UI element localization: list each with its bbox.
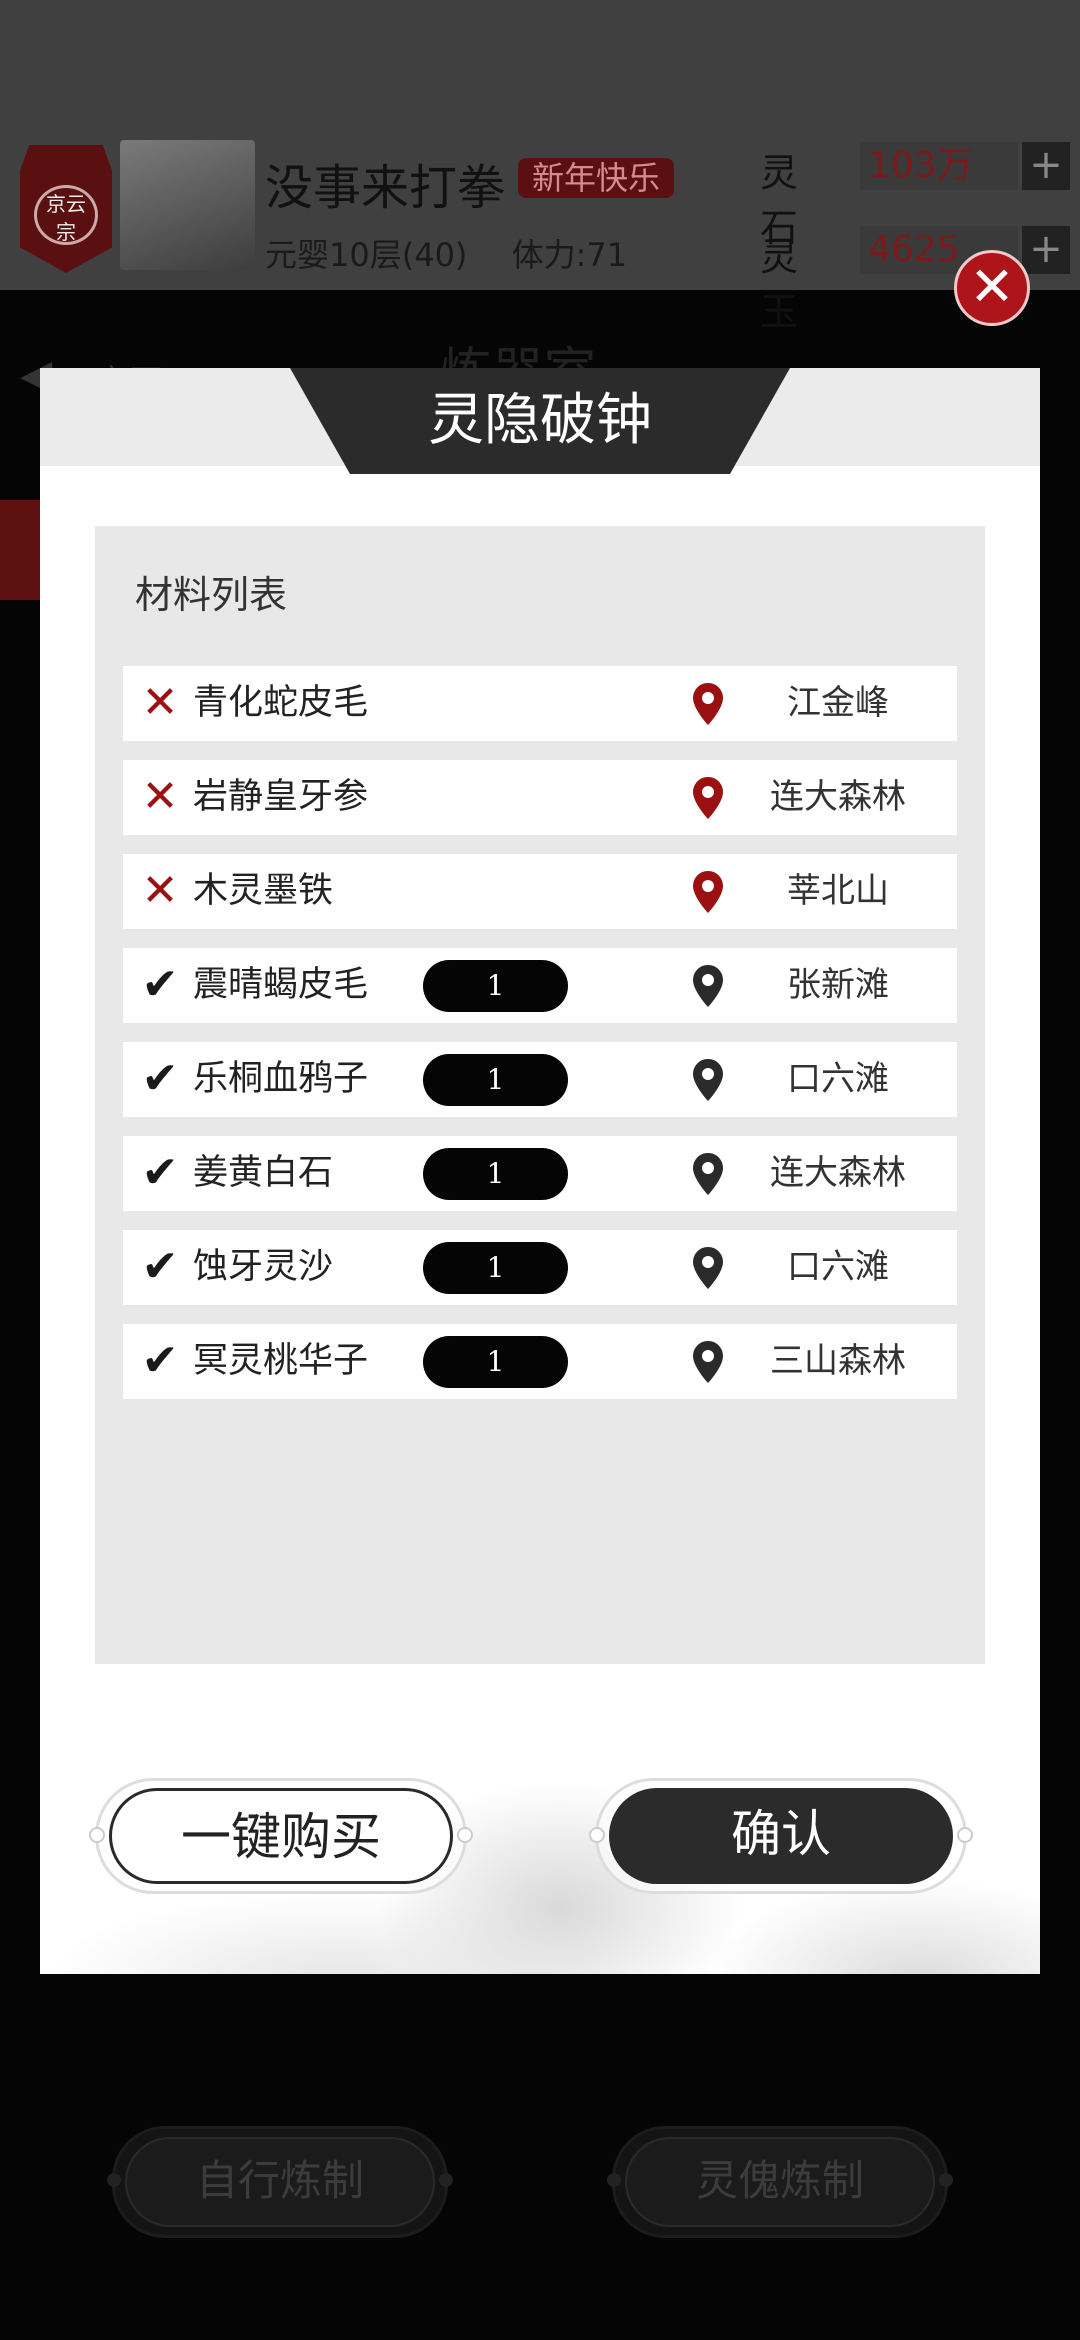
check-icon: ✔ bbox=[141, 1335, 179, 1386]
button-ornament bbox=[89, 1827, 105, 1843]
material-location[interactable]: 江金峰 bbox=[748, 666, 928, 741]
button-ornament bbox=[589, 1827, 605, 1843]
material-row[interactable]: ✔ 震晴蝎皮毛 1 张新滩 bbox=[123, 948, 957, 1023]
sect-emblem-text: 京云宗 bbox=[34, 185, 98, 245]
location-pin-icon[interactable] bbox=[691, 1057, 725, 1103]
add-lingshi-button[interactable]: + bbox=[1022, 142, 1070, 190]
sect-emblem[interactable]: 京云宗 bbox=[20, 145, 112, 273]
location-pin-icon[interactable] bbox=[691, 963, 725, 1009]
button-ornament bbox=[607, 2173, 621, 2187]
button-ornament bbox=[107, 2173, 121, 2187]
material-quantity: 1 bbox=[423, 1242, 568, 1294]
material-name: 冥灵桃华子 bbox=[193, 1341, 369, 1381]
material-row[interactable]: ✔ 冥灵桃华子 1 三山森林 bbox=[123, 1324, 957, 1399]
check-icon: ✔ bbox=[141, 1147, 179, 1198]
material-location[interactable]: 三山森林 bbox=[748, 1324, 928, 1399]
player-name: 没事来打拳 bbox=[265, 160, 506, 216]
buy-all-button[interactable]: 一键购买 bbox=[89, 1778, 473, 1894]
material-list-panel: 材料列表 ✕ 青化蛇皮毛 江金峰 ✕ 岩静皇牙参 连大森林 ✕ 木灵墨铁 莘北山 ✔ 震晴蝎皮毛 1 张… bbox=[95, 526, 985, 1664]
button-ornament bbox=[939, 2173, 953, 2187]
material-quantity: 1 bbox=[423, 1054, 568, 1106]
check-icon: ✔ bbox=[141, 959, 179, 1010]
realm-level: 元婴10层(40) bbox=[265, 236, 468, 274]
dialog-title: 灵隐破钟 bbox=[428, 388, 652, 453]
material-location[interactable]: 口六滩 bbox=[748, 1042, 928, 1117]
material-quantity: 1 bbox=[423, 960, 568, 1012]
button-ornament bbox=[439, 2173, 453, 2187]
confirm-button[interactable]: 确认 bbox=[589, 1778, 973, 1894]
material-location[interactable]: 连大森林 bbox=[748, 760, 928, 835]
material-row[interactable]: ✔ 姜黄白石 1 连大森林 bbox=[123, 1136, 957, 1211]
buy-all-label: 一键购买 bbox=[109, 1788, 453, 1884]
material-name: 姜黄白石 bbox=[193, 1153, 334, 1193]
button-ornament bbox=[457, 1827, 473, 1843]
avatar[interactable] bbox=[120, 140, 255, 270]
player-meta: 元婴10层(40) 体力:71 bbox=[265, 230, 661, 276]
recipe-dialog: 灵隐破钟 材料列表 ✕ 青化蛇皮毛 江金峰 ✕ 岩静皇牙参 连大森林 ✕ 木灵墨铁 莘北山 ✔ 震晴… bbox=[40, 368, 1040, 1974]
material-name: 岩静皇牙参 bbox=[193, 777, 369, 817]
material-quantity: 1 bbox=[423, 1148, 568, 1200]
material-location[interactable]: 张新滩 bbox=[748, 948, 928, 1023]
location-pin-icon[interactable] bbox=[691, 1151, 725, 1197]
check-icon: ✔ bbox=[141, 1241, 179, 1292]
location-pin-icon[interactable] bbox=[691, 869, 725, 915]
material-row[interactable]: ✔ 蚀牙灵沙 1 口六滩 bbox=[123, 1230, 957, 1305]
location-pin-icon[interactable] bbox=[691, 1339, 725, 1385]
resource-label: 灵玉 bbox=[760, 235, 799, 334]
material-name: 木灵墨铁 bbox=[193, 871, 334, 911]
material-quantity: 1 bbox=[423, 1336, 568, 1388]
event-badge[interactable]: 新年快乐 bbox=[518, 158, 675, 198]
material-location[interactable]: 连大森林 bbox=[748, 1136, 928, 1211]
self-craft-label: 自行炼制 bbox=[125, 2137, 435, 2227]
check-icon: ✔ bbox=[141, 1053, 179, 1104]
self-craft-button[interactable]: 自行炼制 bbox=[107, 2126, 453, 2238]
cross-icon: ✕ bbox=[141, 677, 179, 728]
resource-value: 103万 bbox=[860, 142, 1018, 190]
material-list: ✕ 青化蛇皮毛 江金峰 ✕ 岩静皇牙参 连大森林 ✕ 木灵墨铁 莘北山 ✔ 震晴蝎皮毛 1 张新滩 ✔ 乐桐… bbox=[123, 666, 957, 1418]
location-pin-icon[interactable] bbox=[691, 775, 725, 821]
material-row[interactable]: ✕ 青化蛇皮毛 江金峰 bbox=[123, 666, 957, 741]
material-list-title: 材料列表 bbox=[135, 573, 288, 617]
close-icon[interactable]: ✕ bbox=[954, 250, 1030, 326]
material-row[interactable]: ✕ 木灵墨铁 莘北山 bbox=[123, 854, 957, 929]
puppet-craft-label: 灵傀炼制 bbox=[625, 2137, 935, 2227]
puppet-craft-button[interactable]: 灵傀炼制 bbox=[607, 2126, 953, 2238]
material-name: 震晴蝎皮毛 bbox=[193, 965, 369, 1005]
cross-icon: ✕ bbox=[141, 865, 179, 916]
material-location[interactable]: 口六滩 bbox=[748, 1230, 928, 1305]
material-location[interactable]: 莘北山 bbox=[748, 854, 928, 929]
cross-icon: ✕ bbox=[141, 771, 179, 822]
location-pin-icon[interactable] bbox=[691, 681, 725, 727]
material-name: 乐桐血鸦子 bbox=[193, 1059, 369, 1099]
material-name: 蚀牙灵沙 bbox=[193, 1247, 334, 1287]
add-lingyu-button[interactable]: + bbox=[1022, 226, 1070, 274]
location-pin-icon[interactable] bbox=[691, 1245, 725, 1291]
material-row[interactable]: ✔ 乐桐血鸦子 1 口六滩 bbox=[123, 1042, 957, 1117]
material-name: 青化蛇皮毛 bbox=[193, 683, 369, 723]
confirm-label: 确认 bbox=[609, 1788, 953, 1884]
button-ornament bbox=[957, 1827, 973, 1843]
stamina: 体力:71 bbox=[511, 236, 628, 274]
material-row[interactable]: ✕ 岩静皇牙参 连大森林 bbox=[123, 760, 957, 835]
